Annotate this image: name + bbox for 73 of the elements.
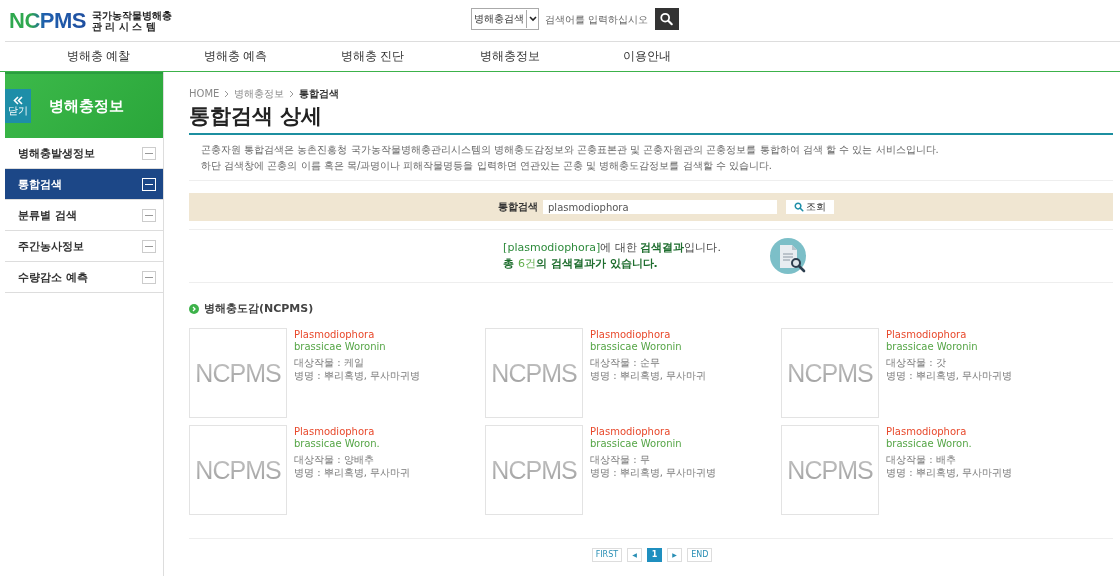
disease-name: 병명 : 뿌리혹병, 무사마귀병	[886, 466, 1013, 479]
search-label: 통합검색	[498, 200, 538, 214]
section-title: 병해충도감(NCPMS)	[204, 301, 314, 316]
page-link[interactable]: END	[687, 548, 713, 562]
sidebar-item[interactable]: 분류별 검색	[5, 200, 163, 231]
disease-name: 병명 : 뿌리혹병, 무사마귀병	[294, 369, 421, 382]
thumbnail-placeholder[interactable]: NCPMS	[485, 425, 583, 515]
collapse-icon	[142, 208, 156, 222]
thumbnail-placeholder[interactable]: NCPMS	[189, 425, 287, 515]
target-crop: 대상작물 : 케일	[294, 356, 364, 369]
target-crop: 대상작물 : 갓	[886, 356, 946, 369]
collapse-icon	[142, 239, 156, 253]
arrow-bullet-icon	[189, 303, 199, 314]
result-message: 총 6건의 검색결과가 있습니다.	[503, 256, 659, 272]
search-field[interactable]: plasmodiophora	[543, 200, 777, 214]
target-crop: 대상작물 : 양배추	[294, 453, 374, 466]
logo-subtitle: 국가농작물병해충	[91, 9, 172, 21]
nav-tab[interactable]: 병해충 진단	[304, 42, 441, 71]
target-crop: 대상작물 : 무	[590, 453, 650, 466]
sidebar-item[interactable]: 통합검색	[5, 169, 163, 200]
breadcrumb-link[interactable]: 병해충정보	[234, 86, 285, 101]
species-author[interactable]: brassicae Woronin	[294, 341, 386, 353]
thumbnail-placeholder[interactable]: NCPMS	[189, 328, 287, 418]
collapse-icon	[142, 177, 156, 191]
search-icon	[659, 12, 674, 26]
breadcrumb-link[interactable]: HOME	[189, 88, 220, 99]
species-author[interactable]: brassicae Woron.	[294, 438, 380, 450]
thumbnail-placeholder[interactable]: NCPMS	[781, 425, 879, 515]
species-name[interactable]: Plasmodiophora	[294, 329, 375, 341]
page-button[interactable]: 1	[647, 548, 663, 562]
nav-tab[interactable]: 병해충 예측	[167, 42, 304, 71]
sidebar-item[interactable]: 수량감소 예측	[5, 262, 163, 293]
thumbnail-placeholder[interactable]: NCPMS	[485, 328, 583, 418]
close-sidebar-button[interactable]: 닫기	[5, 89, 31, 123]
thumbnail-placeholder[interactable]: NCPMS	[781, 328, 879, 418]
search-button[interactable]: 조회	[786, 200, 834, 214]
sidebar-title: 병해충정보	[49, 96, 124, 116]
chevron-down-icon	[528, 16, 537, 22]
result-message: [plasmodiophora]에 대한 검색결과입니다.	[503, 240, 721, 256]
sidebar-item[interactable]: 주간농사정보	[5, 231, 163, 262]
nav-tab[interactable]: 이용안내	[578, 42, 715, 71]
description-text: 곤충자원 통합검색은 농촌진흥청 국가농작물병해충관리시스템의 병해충도감정보와 곤충표본관 및 곤충자원관의 곤충정보를 통합하여 검색 할 수 있는 서비스입니다.	[201, 143, 940, 157]
target-crop: 대상작물 : 순무	[590, 356, 660, 369]
search-scope-dropdown[interactable]: 병해충검색	[471, 8, 539, 30]
chevron-right-icon	[289, 89, 295, 98]
logo-subtitle: 관 리 시 스 템	[91, 20, 156, 32]
nav-tab[interactable]: 병해충정보	[441, 42, 578, 71]
species-author[interactable]: brassicae Woronin	[590, 341, 682, 353]
disease-name: 병명 : 뿌리혹병, 무사마귀병	[590, 466, 717, 479]
species-name[interactable]: Plasmodiophora	[294, 426, 375, 438]
chevron-right-icon	[224, 89, 230, 98]
species-name[interactable]: Plasmodiophora	[590, 329, 671, 341]
target-crop: 대상작물 : 배추	[886, 453, 956, 466]
species-name[interactable]: Plasmodiophora	[886, 426, 967, 438]
page-link[interactable]: FIRST	[591, 548, 623, 562]
disease-name: 병명 : 뿌리혹병, 무사마귀	[590, 369, 707, 382]
page-title: 통합검색 상세	[189, 103, 324, 130]
double-chevron-left-icon	[13, 95, 23, 105]
species-author[interactable]: brassicae Woron.	[886, 438, 972, 450]
species-author[interactable]: brassicae Woronin	[590, 438, 682, 450]
collapse-icon	[142, 146, 156, 160]
document-search-icon	[768, 237, 809, 275]
nav-tab[interactable]: 병해충 예찰	[30, 42, 167, 71]
description-text: 하단 검색창에 곤충의 이름 혹은 목/과명이나 피해작물명등을 입력하면 연관있는 곤충 및 병해충도감정보를 검색할 수 있습니다.	[201, 159, 774, 173]
breadcrumb-link[interactable]: 통합검색	[299, 86, 340, 101]
species-name[interactable]: Plasmodiophora	[590, 426, 671, 438]
search-button[interactable]	[655, 8, 679, 30]
disease-name: 병명 : 뿌리혹병, 무사마귀병	[886, 369, 1013, 382]
species-name[interactable]: Plasmodiophora	[886, 329, 967, 341]
collapse-icon	[142, 270, 156, 284]
disease-name: 병명 : 뿌리혹병, 무사마귀	[294, 466, 411, 479]
species-author[interactable]: brassicae Woronin	[886, 341, 978, 353]
search-icon	[794, 202, 804, 212]
